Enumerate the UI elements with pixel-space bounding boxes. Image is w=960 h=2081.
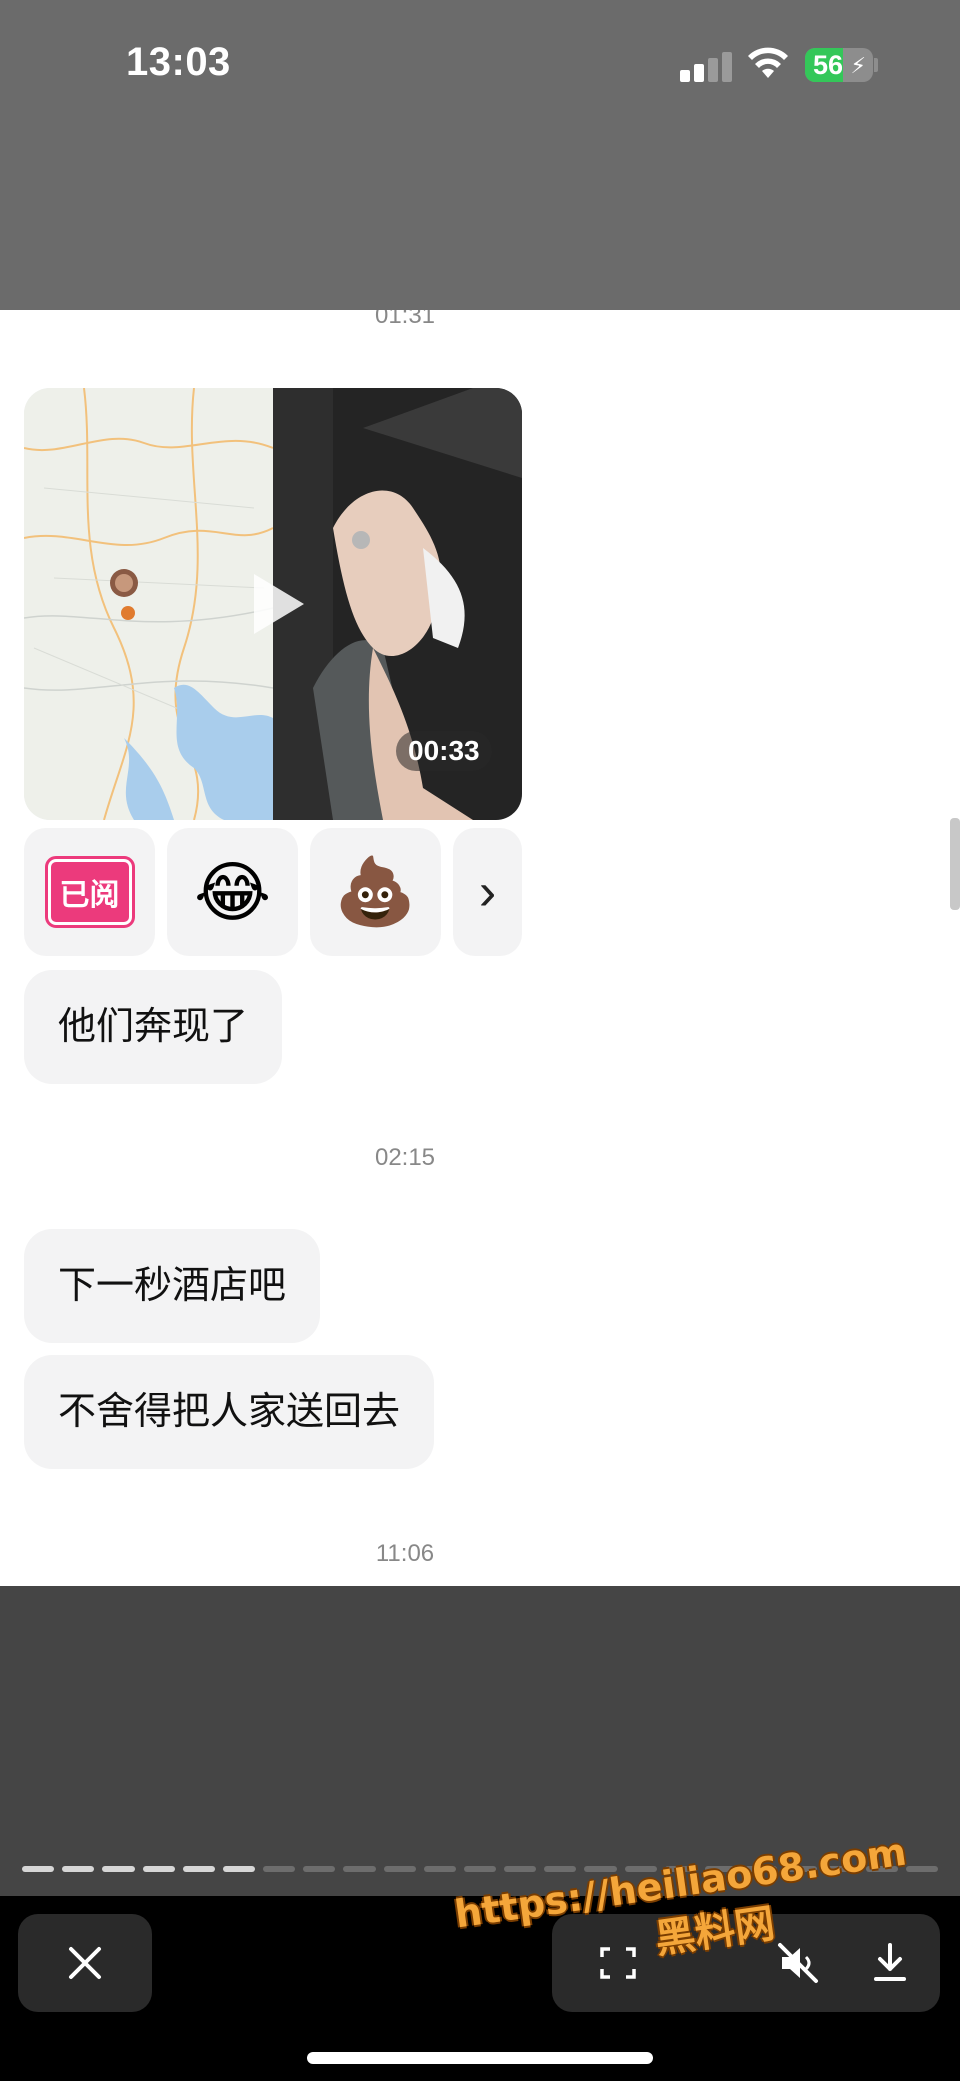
- timestamp: 11:06: [375, 1540, 435, 1567]
- progress-segment: [504, 1866, 537, 1872]
- chat-screenshot[interactable]: 01:31 00:33 已阅 😂 💩 › 他们奔现了 02:15 下一秒酒店吧 …: [0, 310, 960, 1586]
- battery-icon: 56 ⚡: [805, 48, 873, 82]
- progress-segment: [544, 1866, 577, 1872]
- charging-icon: ⚡: [850, 53, 866, 78]
- message-bubble[interactable]: 不舍得把人家送回去: [24, 1355, 435, 1469]
- close-icon: [69, 1947, 101, 1979]
- progress-segment: [182, 1866, 215, 1872]
- timestamp: 01:31: [374, 310, 436, 329]
- home-indicator[interactable]: [307, 2052, 653, 2064]
- progress-segment: [102, 1866, 135, 1872]
- progress-segment: [142, 1866, 175, 1872]
- chevron-right-icon: ›: [478, 863, 497, 921]
- progress-segment: [62, 1866, 95, 1872]
- speaker-muted-icon[interactable]: [776, 1941, 820, 1985]
- reaction-bar: 已阅 😂 💩 ›: [24, 828, 534, 956]
- wifi-icon: [748, 47, 788, 78]
- play-icon[interactable]: [232, 564, 312, 644]
- message-bubble[interactable]: 他们奔现了: [24, 970, 283, 1084]
- reaction-laugh[interactable]: 😂: [167, 828, 298, 956]
- status-bar: 13:03 56 ⚡: [0, 0, 960, 310]
- progress-segment: [22, 1866, 55, 1872]
- video-message[interactable]: 00:33: [24, 388, 522, 820]
- video-duration: 00:33: [396, 731, 492, 771]
- read-badge: 已阅: [44, 856, 135, 928]
- poop-emoji-icon: 💩: [334, 854, 417, 928]
- close-button[interactable]: [18, 1914, 152, 2012]
- progress-segment: [463, 1866, 497, 1872]
- timestamp: 02:15: [374, 1144, 436, 1171]
- download-icon[interactable]: [870, 1941, 910, 1985]
- message-bubble[interactable]: 下一秒酒店吧: [24, 1229, 321, 1343]
- status-time: 13:03: [126, 40, 231, 84]
- scrollbar[interactable]: [950, 818, 960, 910]
- progress-segment: [222, 1866, 256, 1872]
- progress-segment: [905, 1866, 938, 1872]
- progress-segment: [423, 1866, 456, 1872]
- progress-segment: [383, 1866, 416, 1872]
- reaction-poop[interactable]: 💩: [310, 828, 441, 956]
- progress-segment: [343, 1866, 376, 1872]
- battery-tip: [874, 58, 878, 72]
- cellular-signal-icon: [680, 50, 736, 82]
- reaction-more-button[interactable]: ›: [453, 828, 522, 956]
- progress-segment: [263, 1866, 296, 1872]
- progress-segment: [303, 1866, 336, 1872]
- battery-level: 56: [813, 50, 844, 80]
- laugh-emoji-icon: 😂: [193, 854, 272, 929]
- reaction-read[interactable]: 已阅: [24, 828, 155, 956]
